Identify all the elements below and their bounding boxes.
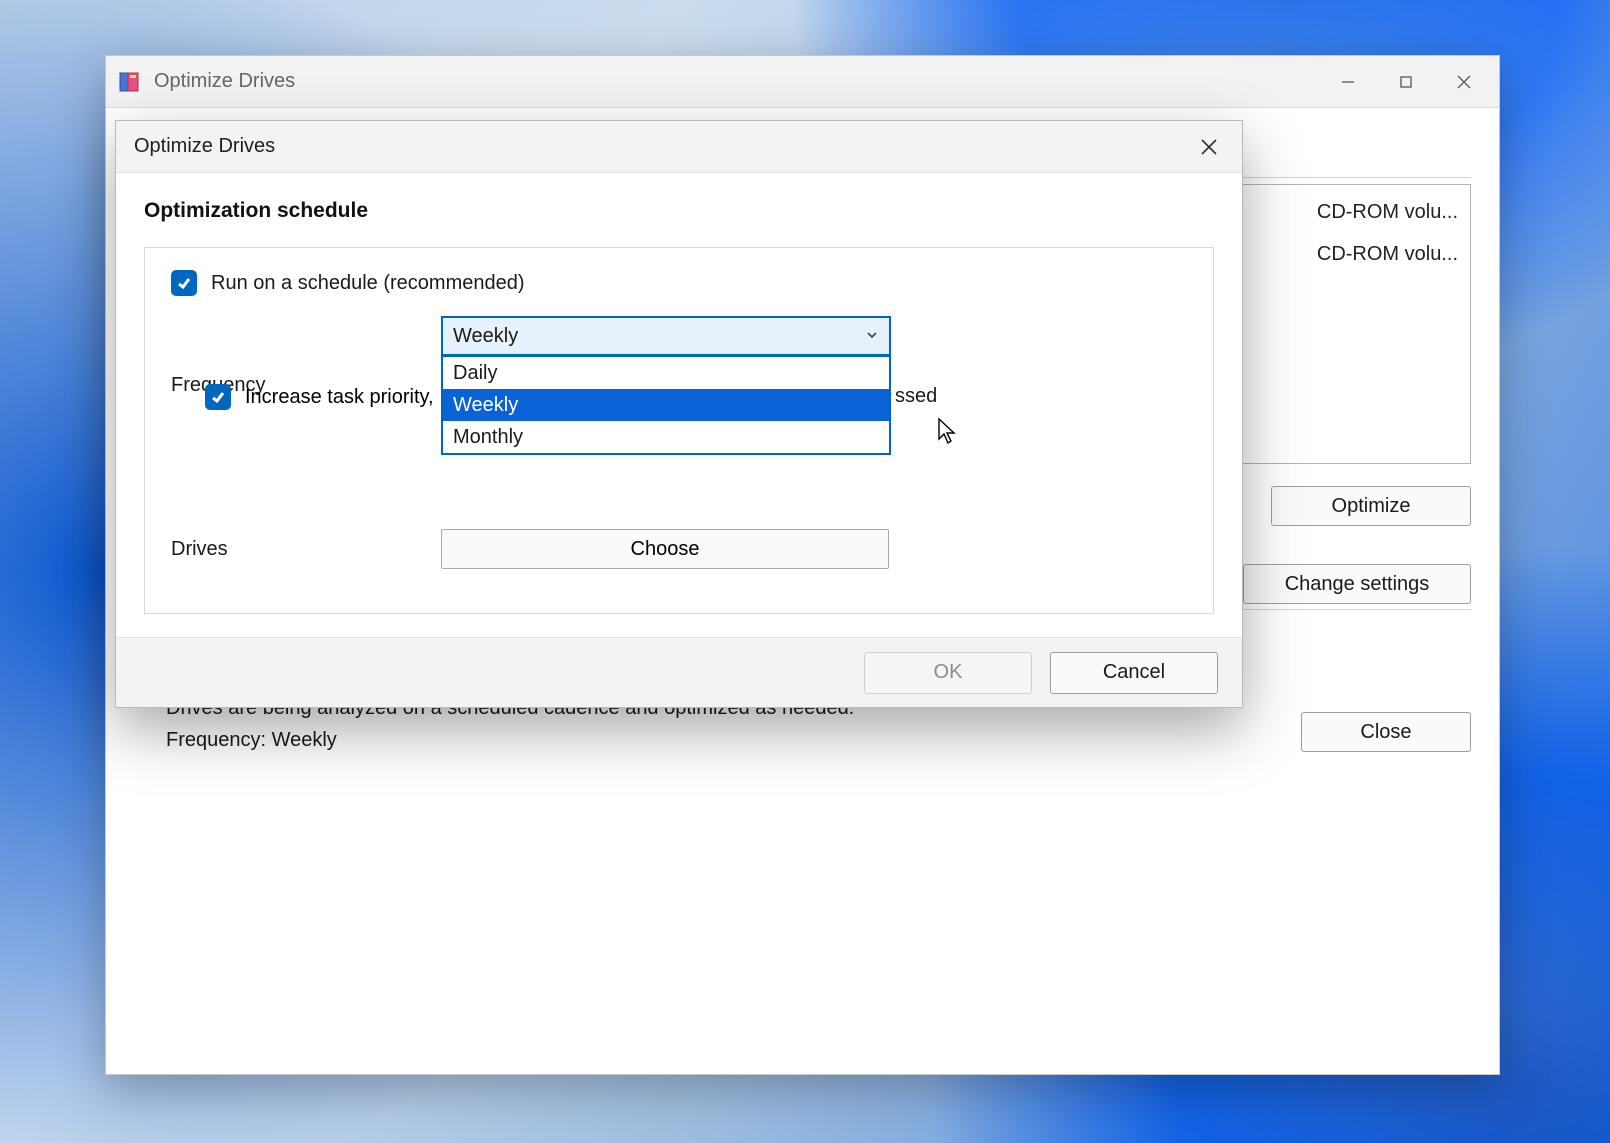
- optimize-button[interactable]: Optimize: [1271, 486, 1471, 526]
- window-title: Optimize Drives: [154, 70, 1319, 93]
- frequency-option-monthly[interactable]: Monthly: [443, 421, 889, 453]
- schedule-frequency: Frequency: Weekly: [166, 724, 1471, 756]
- close-window-button[interactable]: Close: [1301, 712, 1471, 752]
- maximize-button[interactable]: [1377, 57, 1435, 107]
- chevron-down-icon: [865, 325, 879, 348]
- ok-button[interactable]: OK: [864, 652, 1032, 694]
- dialog-titlebar[interactable]: Optimize Drives: [116, 121, 1242, 173]
- frequency-option-daily[interactable]: Daily: [443, 357, 889, 389]
- close-button[interactable]: [1435, 57, 1493, 107]
- choose-drives-button[interactable]: Choose: [441, 529, 889, 569]
- dialog-close-button[interactable]: [1186, 124, 1232, 170]
- frequency-option-weekly[interactable]: Weekly: [443, 389, 889, 421]
- titlebar[interactable]: Optimize Drives: [106, 56, 1499, 108]
- drives-label: Drives: [171, 538, 441, 561]
- frequency-combobox[interactable]: Weekly: [441, 316, 891, 356]
- dialog-title: Optimize Drives: [134, 135, 1186, 158]
- run-on-schedule-checkbox[interactable]: [171, 270, 197, 296]
- dialog-heading: Optimization schedule: [144, 199, 1214, 223]
- increase-priority-checkbox[interactable]: [205, 384, 231, 410]
- cancel-button[interactable]: Cancel: [1050, 652, 1218, 694]
- schedule-groupbox: Run on a schedule (recommended) Frequenc…: [144, 247, 1214, 614]
- app-icon: [118, 71, 140, 93]
- dialog-footer: OK Cancel: [116, 637, 1242, 707]
- priority-label-trailing: ssed: [895, 385, 937, 408]
- change-settings-button[interactable]: Change settings: [1243, 564, 1471, 604]
- frequency-dropdown: Daily Weekly Monthly: [441, 356, 891, 455]
- schedule-dialog: Optimize Drives Optimization schedule Ru…: [115, 120, 1243, 708]
- frequency-selected-value: Weekly: [453, 325, 518, 348]
- run-on-schedule-label: Run on a schedule (recommended): [211, 272, 525, 295]
- increase-priority-label: Increase task priority,: [245, 386, 434, 409]
- minimize-button[interactable]: [1319, 57, 1377, 107]
